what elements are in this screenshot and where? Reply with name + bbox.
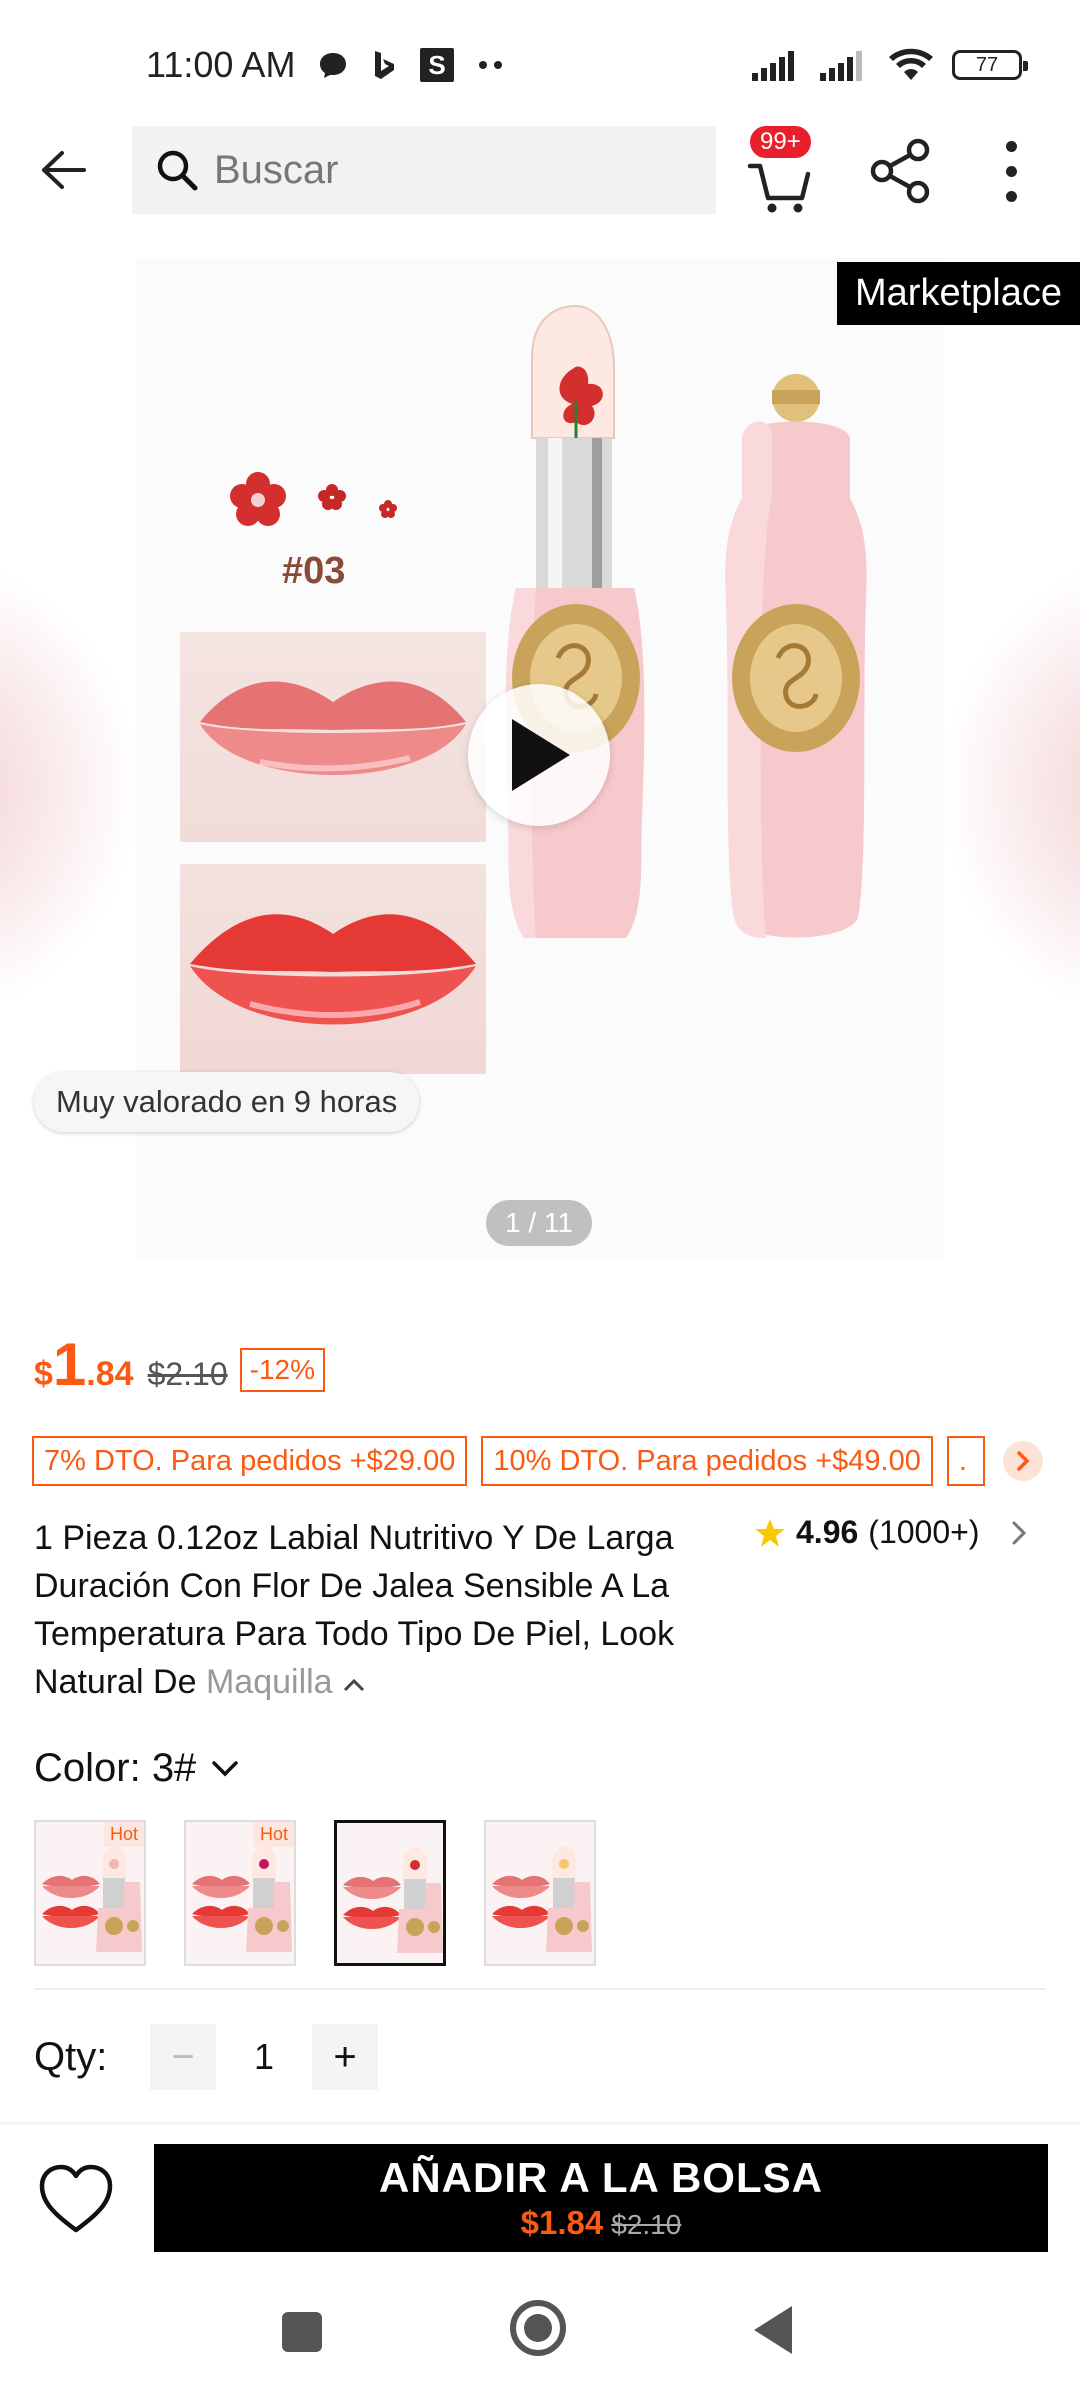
system-back-button[interactable] xyxy=(754,2306,792,2354)
recents-button[interactable] xyxy=(282,2312,322,2352)
swatch-thumbnail xyxy=(337,1823,443,1963)
product-gallery[interactable]: #03 Marketplace Muy valorado en 9 horas … xyxy=(0,258,1080,1258)
rating-summary[interactable]: 4.96 (1000+) xyxy=(754,1514,1029,1551)
color-swatch[interactable]: Hot xyxy=(34,1820,146,1966)
swatch-thumbnail xyxy=(486,1822,594,1964)
s-app-icon: S xyxy=(420,48,454,82)
quantity-decrease-button[interactable]: − xyxy=(150,2024,216,2090)
chevron-right-icon xyxy=(1012,1521,1027,1544)
rating-count: (1000+) xyxy=(868,1514,980,1550)
promo-coupon[interactable]: 7% DTO. Para pedidos +$29.00 xyxy=(32,1436,468,1486)
discount-badge: -12% xyxy=(239,1348,326,1392)
top-navigation: 99+ xyxy=(0,122,1080,218)
bing-icon xyxy=(375,51,394,79)
system-navigation-bar xyxy=(0,2272,1080,2400)
status-bar: 11:00 AM S 77 xyxy=(0,0,1080,120)
marketplace-tag: Marketplace xyxy=(837,262,1080,325)
quantity-stepper: Qty: − 1 + xyxy=(34,2024,378,2090)
lipstick-illustration xyxy=(505,304,867,938)
status-time: 11:00 AM xyxy=(146,44,296,85)
original-price: $2.10 xyxy=(147,1356,228,1392)
highly-rated-badge: Muy valorado en 9 horas xyxy=(34,1072,420,1132)
quantity-value[interactable]: 1 xyxy=(216,2036,312,2078)
home-button[interactable] xyxy=(510,2300,566,2356)
dot xyxy=(1005,140,1017,152)
signal-icon xyxy=(752,51,794,81)
wifi-icon xyxy=(889,48,933,80)
add-to-bag-prices: $1.84 $2.10 xyxy=(521,2204,682,2242)
wishlist-button[interactable] xyxy=(36,2162,116,2238)
color-selector[interactable]: Color: 3# xyxy=(34,1746,240,1791)
promo-coupon-partial[interactable]: . xyxy=(946,1436,985,1486)
divider xyxy=(34,1988,1046,1990)
chat-icon xyxy=(320,53,346,78)
add-to-bag-original-price: $2.10 xyxy=(611,2209,682,2240)
battery-icon: 77 xyxy=(952,50,1028,80)
search-bar[interactable] xyxy=(132,126,716,214)
promo-strip[interactable]: 7% DTO. Para pedidos +$29.00 10% DTO. Pa… xyxy=(32,1436,1043,1486)
bottom-bar-shadow xyxy=(0,2122,1080,2126)
share-icon xyxy=(870,138,930,204)
image-page-indicator: 1 / 11 xyxy=(486,1200,592,1246)
play-icon xyxy=(512,719,570,791)
add-to-bag-price: $1.84 xyxy=(520,2204,604,2241)
color-swatch[interactable] xyxy=(484,1820,596,1966)
signal-icon-2 xyxy=(820,51,862,81)
quantity-increase-button[interactable]: + xyxy=(312,2024,378,2090)
product-title-text: 1 Pieza 0.12oz Labial Nutritivo Y De Lar… xyxy=(34,1519,675,1701)
chevron-right-icon xyxy=(1017,1451,1030,1471)
color-label: Color: 3# xyxy=(34,1746,197,1790)
color-swatch[interactable] xyxy=(334,1820,446,1966)
next-image-peek xyxy=(940,558,1080,1018)
star-icon xyxy=(755,1518,785,1547)
back-button[interactable] xyxy=(28,140,98,200)
cart-button[interactable]: 99+ xyxy=(744,124,824,213)
prev-image-peek xyxy=(0,558,140,1018)
more-options-button[interactable] xyxy=(986,136,1036,206)
rating-score: 4.96 xyxy=(796,1514,859,1550)
cart-count-badge: 99+ xyxy=(748,124,813,160)
product-title-faded: Maquilla xyxy=(205,1663,333,1701)
price-integer: 1 xyxy=(52,1331,87,1398)
hot-badge: Hot xyxy=(253,1822,294,1847)
chevron-up-icon[interactable] xyxy=(342,1677,366,1693)
notification-icons: S xyxy=(318,48,504,82)
more-notifications-icon xyxy=(479,61,502,69)
add-to-bag-button[interactable]: AÑADIR A LA BOLSA $1.84 $2.10 xyxy=(154,2144,1048,2252)
product-title[interactable]: 1 Pieza 0.12oz Labial Nutritivo Y De Lar… xyxy=(34,1514,684,1706)
flowers-decoration xyxy=(230,472,397,526)
heart-icon xyxy=(39,2164,113,2233)
dot xyxy=(1005,165,1017,177)
arrow-left-icon xyxy=(42,151,86,189)
price-decimal: .84 xyxy=(86,1355,134,1393)
promo-expand-button[interactable] xyxy=(1002,1441,1043,1481)
lip-swatch-bottom xyxy=(180,864,486,1074)
dot xyxy=(1005,190,1017,202)
color-swatches: Hot Hot xyxy=(34,1820,596,1966)
system-icons: 77 xyxy=(752,48,1028,82)
color-swatch[interactable]: Hot xyxy=(184,1820,296,1966)
share-button[interactable] xyxy=(866,136,936,206)
home-dot xyxy=(524,2314,552,2342)
price-currency: $ xyxy=(34,1355,53,1393)
shade-code-label: #03 xyxy=(282,550,346,592)
search-icon xyxy=(157,150,198,191)
hot-badge: Hot xyxy=(103,1822,144,1847)
add-to-bag-label: AÑADIR A LA BOLSA xyxy=(379,2154,823,2201)
search-input[interactable] xyxy=(214,147,674,193)
price-row: $ 1 .84 $2.10 -12% xyxy=(34,1330,326,1399)
promo-coupon[interactable]: 10% DTO. Para pedidos +$49.00 xyxy=(481,1436,933,1486)
lip-swatch-top xyxy=(180,632,486,842)
chevron-down-icon xyxy=(212,1760,239,1776)
quantity-label: Qty: xyxy=(34,2034,108,2079)
play-video-button[interactable] xyxy=(468,684,610,826)
